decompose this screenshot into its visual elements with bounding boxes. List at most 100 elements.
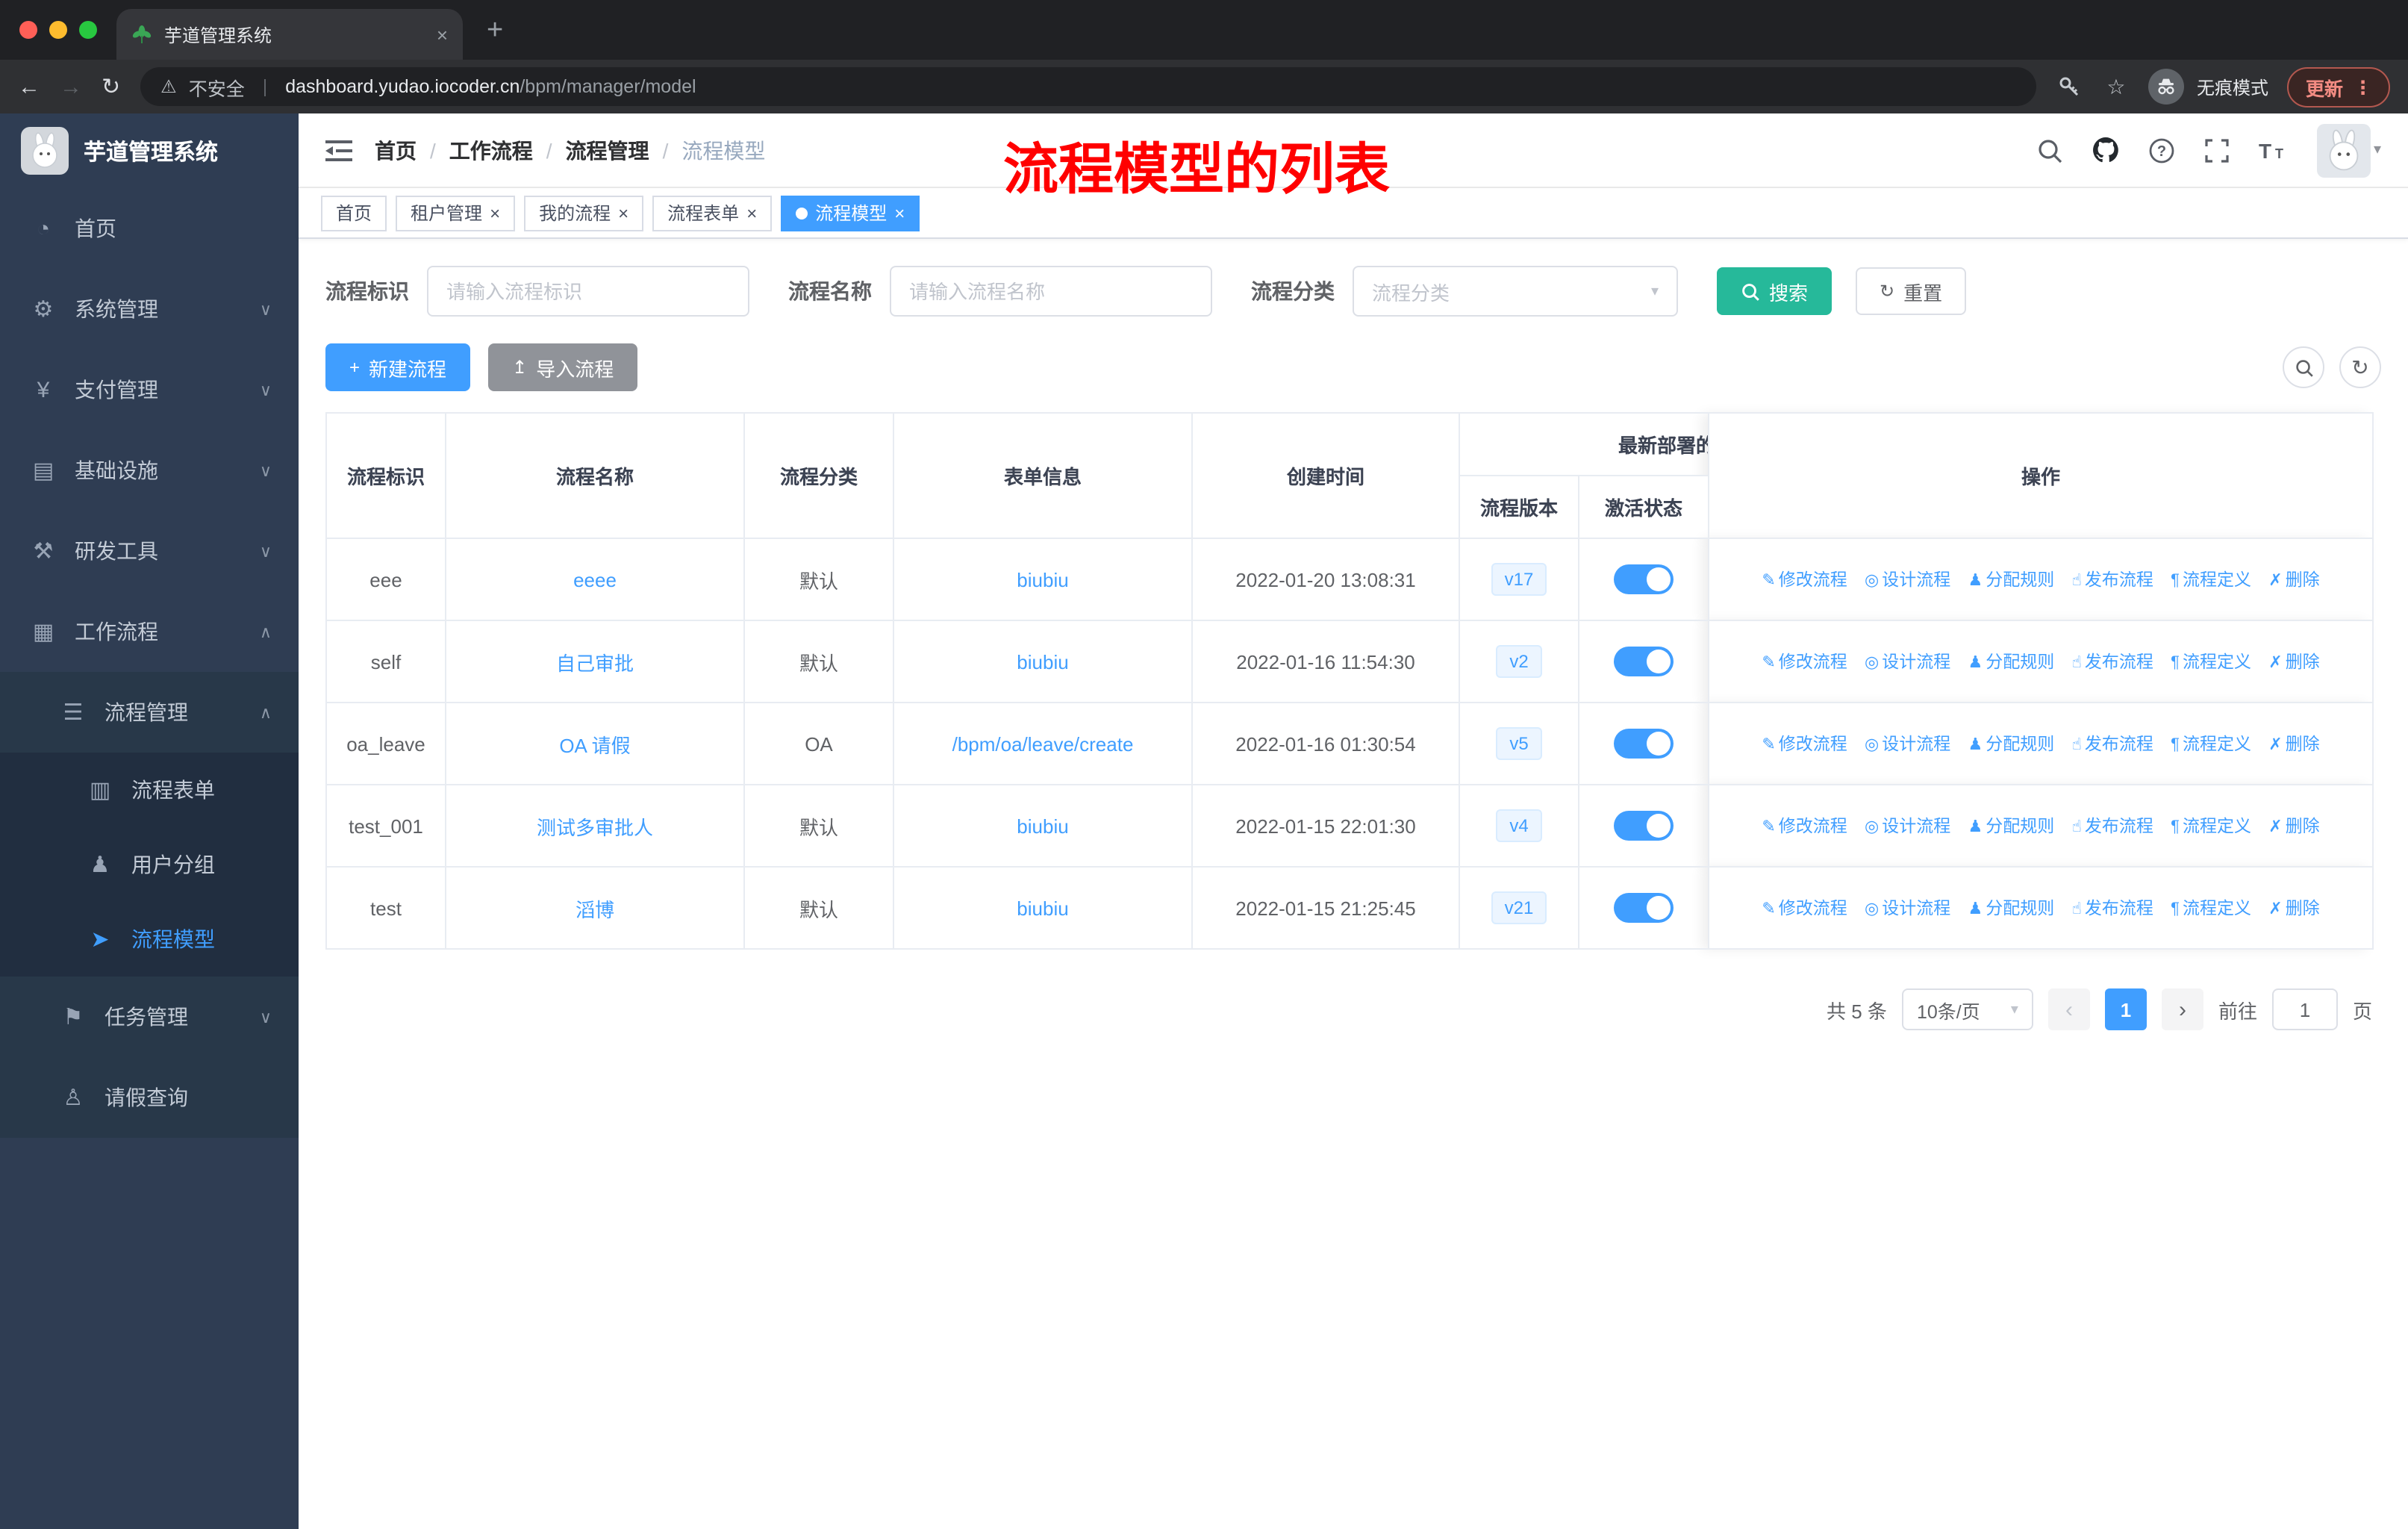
sidebar-item[interactable]: ♟ 用户分组	[0, 827, 299, 902]
sidebar-item[interactable]: ➤ 流程模型	[0, 902, 299, 977]
action-edit-process-link[interactable]: ✎ 修改流程	[1762, 900, 1847, 918]
sidebar-item[interactable]: ☰ 流程管理 ∧	[0, 672, 299, 753]
action-assign-rule-link[interactable]: ♟ 分配规则	[1968, 818, 2055, 836]
view-tag[interactable]: 首页 ×	[321, 195, 387, 231]
form-info-link[interactable]: /bpm/oa/leave/create	[952, 732, 1134, 755]
process-category-select[interactable]: 流程分类 ▾	[1353, 266, 1678, 317]
action-publish-process-link[interactable]: ☝ 发布流程	[2072, 818, 2153, 836]
page-size-select[interactable]: 10条/页 ▾	[1901, 988, 2033, 1030]
tag-close-icon[interactable]: ×	[894, 202, 905, 223]
process-name-input[interactable]	[890, 266, 1212, 317]
breadcrumb-item[interactable]: 流程管理 /	[566, 135, 682, 165]
sidebar-item[interactable]: ▦ 工作流程 ∧	[0, 591, 299, 672]
action-delete-link[interactable]: ✗ 删除	[2268, 654, 2319, 672]
process-name-link[interactable]: OA 请假	[559, 734, 630, 756]
sidebar-item[interactable]: ⚙ 系统管理 ∨	[0, 269, 299, 349]
forward-button[interactable]: →	[60, 74, 82, 99]
refresh-button[interactable]: ↻	[2339, 346, 2381, 388]
github-icon[interactable]	[2092, 136, 2120, 164]
new-tab-button[interactable]: +	[487, 15, 503, 48]
process-name-link[interactable]: 测试多审批人	[537, 816, 653, 838]
active-toggle[interactable]	[1614, 811, 1674, 841]
import-process-button[interactable]: ↥ 导入流程	[488, 343, 638, 391]
action-process-definition-link[interactable]: ¶ 流程定义	[2171, 900, 2251, 918]
action-edit-process-link[interactable]: ✎ 修改流程	[1762, 572, 1847, 590]
action-edit-process-link[interactable]: ✎ 修改流程	[1762, 818, 1847, 836]
address-bar[interactable]: ⚠ 不安全 | dashboard.yudao.iocoder.cn/bpm/m…	[140, 67, 2037, 106]
search-button[interactable]: 搜索	[1717, 267, 1832, 315]
sidebar-fold-icon[interactable]	[325, 138, 352, 162]
active-toggle[interactable]	[1614, 893, 1674, 923]
action-assign-rule-link[interactable]: ♟ 分配规则	[1968, 654, 2055, 672]
search-icon[interactable]	[2036, 137, 2063, 164]
version-badge[interactable]: v21	[1491, 891, 1547, 924]
goto-page-input[interactable]	[2271, 988, 2338, 1030]
reset-button[interactable]: ↻ 重置	[1856, 267, 1967, 315]
window-minimize-button[interactable]	[49, 21, 67, 39]
back-button[interactable]: ←	[18, 74, 40, 99]
action-publish-process-link[interactable]: ☝ 发布流程	[2072, 736, 2153, 754]
security-warning[interactable]: 不安全	[189, 72, 245, 101]
active-toggle[interactable]	[1614, 729, 1674, 759]
sidebar-item[interactable]: ⚑ 任务管理 ∨	[0, 977, 299, 1057]
action-design-process-link[interactable]: ◎ 设计流程	[1865, 900, 1950, 918]
action-delete-link[interactable]: ✗ 删除	[2268, 736, 2319, 754]
process-name-link[interactable]: 自己审批	[556, 652, 634, 674]
action-assign-rule-link[interactable]: ♟ 分配规则	[1968, 736, 2055, 754]
action-process-definition-link[interactable]: ¶ 流程定义	[2171, 736, 2251, 754]
process-name-link[interactable]: 滔博	[576, 898, 614, 921]
action-design-process-link[interactable]: ◎ 设计流程	[1865, 654, 1950, 672]
action-delete-link[interactable]: ✗ 删除	[2268, 572, 2319, 590]
next-page-button[interactable]: ›	[2161, 988, 2203, 1030]
action-design-process-link[interactable]: ◎ 设计流程	[1865, 572, 1950, 590]
sidebar-item[interactable]: ♙ 请假查询	[0, 1057, 299, 1138]
form-info-link[interactable]: biubiu	[1017, 650, 1068, 673]
help-icon[interactable]: ?	[2148, 137, 2175, 164]
action-edit-process-link[interactable]: ✎ 修改流程	[1762, 736, 1847, 754]
active-toggle[interactable]	[1614, 647, 1674, 676]
sidebar-item[interactable]: ▥ 流程表单	[0, 753, 299, 827]
action-publish-process-link[interactable]: ☝ 发布流程	[2072, 572, 2153, 590]
action-publish-process-link[interactable]: ☝ 发布流程	[2072, 900, 2153, 918]
reload-button[interactable]: ↻	[102, 73, 120, 100]
form-info-link[interactable]: biubiu	[1017, 897, 1068, 919]
view-tag[interactable]: 我的流程 ×	[524, 195, 644, 231]
view-tag[interactable]: 租户管理 ×	[396, 195, 516, 231]
tag-close-icon[interactable]: ×	[746, 202, 757, 223]
bookmark-star-icon[interactable]: ☆	[2103, 73, 2130, 100]
version-badge[interactable]: v2	[1496, 645, 1542, 678]
toggle-search-button[interactable]	[2283, 346, 2324, 388]
action-design-process-link[interactable]: ◎ 设计流程	[1865, 736, 1950, 754]
view-tag[interactable]: 流程表单 ×	[652, 195, 773, 231]
action-edit-process-link[interactable]: ✎ 修改流程	[1762, 654, 1847, 672]
action-delete-link[interactable]: ✗ 删除	[2268, 900, 2319, 918]
sidebar-item[interactable]: ¥ 支付管理 ∨	[0, 349, 299, 430]
form-info-link[interactable]: biubiu	[1017, 568, 1068, 591]
form-info-link[interactable]: biubiu	[1017, 815, 1068, 837]
view-tag[interactable]: 流程模型 ×	[781, 195, 920, 231]
tag-close-icon[interactable]: ×	[618, 202, 628, 223]
tag-close-icon[interactable]: ×	[490, 202, 500, 223]
version-badge[interactable]: v5	[1496, 727, 1542, 760]
sidebar-item[interactable]: ▤ 基础设施 ∨	[0, 430, 299, 511]
process-id-input[interactable]	[427, 266, 749, 317]
user-avatar[interactable]	[2316, 123, 2371, 177]
action-design-process-link[interactable]: ◎ 设计流程	[1865, 818, 1950, 836]
process-name-link[interactable]: eeee	[573, 568, 617, 591]
window-close-button[interactable]	[19, 21, 37, 39]
password-key-icon[interactable]	[2056, 73, 2083, 100]
breadcrumb-item[interactable]: 流程模型 /	[681, 135, 765, 165]
fullscreen-icon[interactable]	[2203, 137, 2230, 164]
create-process-button[interactable]: + 新建流程	[325, 343, 471, 391]
browser-tab[interactable]: 芋道管理系统 ×	[116, 9, 463, 60]
action-process-definition-link[interactable]: ¶ 流程定义	[2171, 818, 2251, 836]
current-page-button[interactable]: 1	[2104, 988, 2147, 1030]
action-process-definition-link[interactable]: ¶ 流程定义	[2171, 654, 2251, 672]
action-delete-link[interactable]: ✗ 删除	[2268, 818, 2319, 836]
tab-close-icon[interactable]: ×	[437, 23, 448, 46]
breadcrumb-item[interactable]: 首页 /	[375, 135, 449, 165]
window-zoom-button[interactable]	[79, 21, 97, 39]
browser-menu-dots-icon[interactable]: ⋮	[2354, 75, 2372, 98]
action-process-definition-link[interactable]: ¶ 流程定义	[2171, 572, 2251, 590]
action-assign-rule-link[interactable]: ♟ 分配规则	[1968, 572, 2055, 590]
